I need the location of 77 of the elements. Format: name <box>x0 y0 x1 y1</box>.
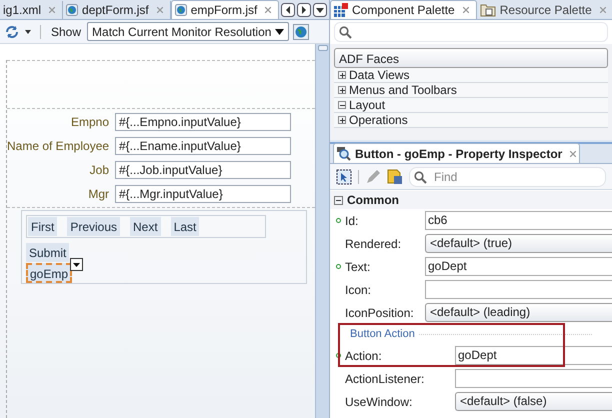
close-icon[interactable] <box>600 7 606 13</box>
input-field[interactable]: #{...Mgr.inputValue} <box>115 185 291 203</box>
globe-icon <box>66 4 78 16</box>
select-icon[interactable] <box>336 168 352 184</box>
search-field[interactable] <box>334 22 608 42</box>
show-menu[interactable]: Show <box>49 22 84 40</box>
nav-button[interactable]: Last <box>170 217 200 236</box>
dropdown-field[interactable]: <default> (leading) <box>425 303 612 322</box>
property-label: Action: <box>345 348 383 364</box>
nav-button[interactable]: Next <box>130 217 161 236</box>
subsection-header: Button Action <box>350 326 415 342</box>
property-label: UseWindow: <box>345 394 414 410</box>
collapse-toggle[interactable] <box>334 196 343 204</box>
tab-label: Component Palette <box>352 2 455 19</box>
search-icon <box>414 170 427 184</box>
globe-icon <box>174 4 187 16</box>
dropdown-field[interactable]: <default> (false) <box>455 392 612 411</box>
tab-label: ig1.xml <box>3 2 42 19</box>
search-icon <box>339 26 352 38</box>
property-label: IconPosition: <box>345 304 415 322</box>
caret-icon <box>275 28 284 34</box>
tab-label: empForm.jsf <box>190 2 258 19</box>
find-field[interactable]: Find <box>409 166 606 186</box>
property-label: ActionListener: <box>345 370 426 388</box>
palette-section[interactable]: Data Views <box>334 68 608 83</box>
magnifier-icon <box>337 146 351 160</box>
palette-section[interactable]: Menus and Toolbars <box>334 83 608 98</box>
property-label: Text: <box>345 258 372 276</box>
caret-icon[interactable] <box>24 28 32 34</box>
field-label: Name of Employee <box>7 138 109 155</box>
close-icon[interactable] <box>462 7 469 13</box>
nav-button[interactable]: Previous <box>67 217 120 236</box>
editor-tab[interactable]: deptForm.jsf <box>63 1 171 19</box>
input-field[interactable]: goDept <box>455 346 612 365</box>
grid-icon <box>334 3 348 17</box>
palette-tab[interactable]: Component Palette <box>330 0 477 19</box>
close-icon[interactable] <box>265 7 272 13</box>
library-dropdown[interactable]: ADF Faces <box>334 48 608 68</box>
globe-icon[interactable] <box>293 24 310 40</box>
input-field[interactable] <box>425 280 612 299</box>
input-field[interactable]: #{...Job.inputValue} <box>115 161 291 179</box>
dropdown-field[interactable]: <default> (true) <box>425 234 612 253</box>
close-icon[interactable] <box>570 150 576 156</box>
input-field[interactable]: cb6 <box>425 211 612 230</box>
property-label: Icon: <box>345 282 372 298</box>
inspector-title: Button - goEmp - Property Inspector <box>355 146 562 162</box>
nav-button[interactable]: First <box>28 217 58 236</box>
inspector-tab[interactable]: Button - goEmp - Property Inspector <box>333 143 580 163</box>
scroll-arrows-icon[interactable] <box>281 3 327 17</box>
palette-section[interactable]: Layout <box>334 98 608 113</box>
input-field[interactable] <box>455 369 612 388</box>
section-header[interactable]: Common <box>347 191 399 209</box>
pencil-icon[interactable] <box>365 168 381 184</box>
palette-tab[interactable]: Resource Palette <box>476 1 612 19</box>
dropdown-icon[interactable] <box>70 258 83 271</box>
editor-tab[interactable]: ig1.xml <box>0 1 64 19</box>
input-field[interactable]: goDept <box>425 257 612 276</box>
refresh-icon[interactable] <box>4 24 20 40</box>
palette-section[interactable]: Operations <box>334 113 608 128</box>
form-button[interactable]: Submit <box>26 243 70 262</box>
database-file-icon[interactable] <box>387 168 403 184</box>
field-label: Mgr <box>87 186 109 203</box>
close-icon[interactable] <box>156 7 163 13</box>
input-field[interactable]: #{...Ename.inputValue} <box>115 137 291 155</box>
editor-tab[interactable]: empForm.jsf <box>170 0 280 19</box>
form-button[interactable]: goEmp <box>26 263 72 283</box>
field-label: Job <box>88 162 109 179</box>
resolution-dropdown[interactable]: Match Current Monitor Resolution <box>87 22 290 41</box>
tab-label: deptForm.jsf <box>82 2 149 19</box>
close-icon[interactable] <box>49 7 56 13</box>
folder-icon <box>480 3 496 17</box>
field-label: Empno <box>70 114 109 131</box>
scrollbar[interactable] <box>315 44 329 418</box>
property-label: Rendered: <box>345 236 402 252</box>
tab-label: Resource Palette <box>500 2 592 19</box>
property-label: Id: <box>345 212 360 230</box>
input-field[interactable]: #{...Empno.inputValue} <box>115 113 291 131</box>
